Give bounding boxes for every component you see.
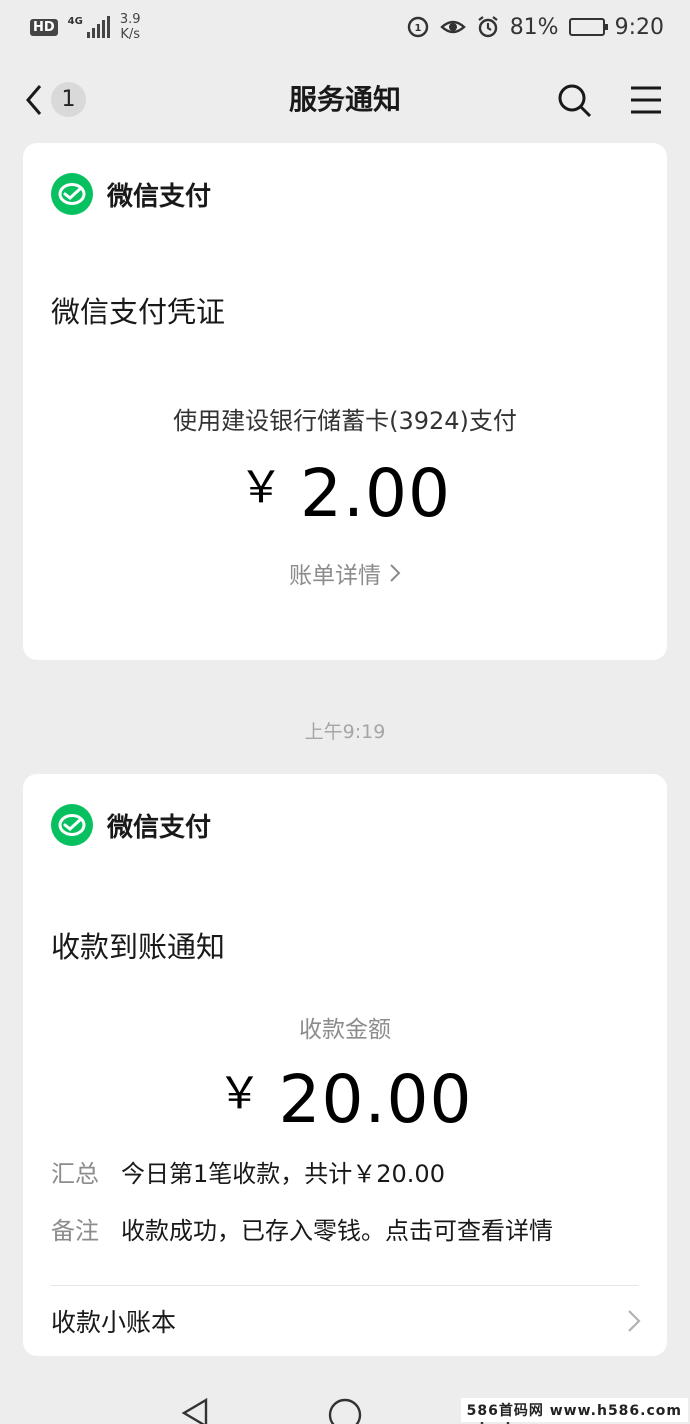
payment-method: 使用建设银行储蓄卡(3924)支付	[173, 407, 517, 435]
alarm-icon	[478, 16, 498, 38]
menu-icon[interactable]	[630, 84, 662, 116]
chevron-right-icon	[390, 564, 401, 582]
wechat-pay-logo-icon	[51, 804, 93, 846]
message-timestamp: 上午9:19	[304, 721, 386, 743]
receipt-ledger-link[interactable]: 收款小账本	[23, 1286, 667, 1356]
data-saver-icon: 1	[407, 16, 428, 38]
summary-value: 今日第1笔收款，共计￥20.00	[121, 1160, 445, 1188]
wechat-pay-logo-icon	[51, 173, 93, 215]
search-icon[interactable]	[556, 82, 592, 118]
amount-value: 2.00	[300, 455, 451, 532]
status-bar: HD 4G 3.9 K/s 1 81% 9:20	[0, 0, 690, 54]
brand-name: 微信支付	[107, 812, 212, 843]
eye-comfort-icon	[439, 20, 466, 34]
clock: 9:20	[614, 14, 664, 40]
note-key: 备注	[51, 1217, 99, 1245]
status-right: 1 81% 9:20	[406, 15, 664, 40]
svg-text:1: 1	[414, 23, 421, 34]
signal-icon: 4G	[68, 16, 110, 38]
speed-value: 3.9	[119, 12, 141, 27]
nav-header: 1 服务通知	[0, 62, 690, 138]
note-row: 备注 收款成功，已存入零钱。点击可查看详情	[51, 1211, 553, 1246]
battery-icon	[568, 18, 608, 36]
bill-detail-link[interactable]: 账单详情	[289, 556, 401, 590]
card-title: 微信支付凭证	[51, 295, 226, 329]
chevron-right-icon	[628, 1310, 641, 1332]
payment-receipt-card[interactable]: 微信支付 微信支付凭证 使用建设银行储蓄卡(3924)支付 ￥ 2.00 账单详情	[23, 143, 667, 660]
summary-key: 汇总	[51, 1160, 99, 1188]
summary-row: 汇总 今日第1笔收款，共计￥20.00	[51, 1154, 445, 1189]
currency-symbol: ￥	[239, 462, 285, 513]
bill-detail-label: 账单详情	[289, 563, 381, 589]
network-speed: 3.9 K/s	[120, 12, 141, 42]
amount-label: 收款金额	[299, 1017, 391, 1043]
nav-back-icon[interactable]	[180, 1398, 210, 1424]
battery-percent: 81%	[509, 14, 559, 40]
brand-name: 微信支付	[107, 181, 212, 212]
status-left: HD 4G 3.9 K/s	[30, 12, 141, 42]
speed-unit: K/s	[120, 27, 141, 42]
received-amount: ￥ 20.00	[23, 1057, 667, 1138]
receipt-notification-card[interactable]: 微信支付 收款到账通知 收款金额 ￥ 20.00 汇总 今日第1笔收款，共计￥20…	[23, 774, 667, 1356]
card-title: 收款到账通知	[51, 930, 226, 964]
network-type: 4G	[67, 16, 83, 27]
note-value: 收款成功，已存入零钱。点击可查看详情	[121, 1217, 553, 1245]
ledger-label: 收款小账本	[51, 1308, 177, 1337]
bill-detail-row: 账单详情	[23, 556, 667, 590]
card-brand: 微信支付	[51, 173, 211, 215]
site-watermark: 586首码网 www.h586.com	[460, 1398, 688, 1422]
nav-home-icon[interactable]	[328, 1398, 362, 1424]
amount-value: 20.00	[278, 1061, 473, 1138]
card-brand: 微信支付	[51, 804, 211, 846]
hd-badge: HD	[30, 18, 58, 36]
currency-symbol: ￥	[217, 1068, 263, 1119]
payment-amount: ￥ 2.00	[23, 451, 667, 532]
